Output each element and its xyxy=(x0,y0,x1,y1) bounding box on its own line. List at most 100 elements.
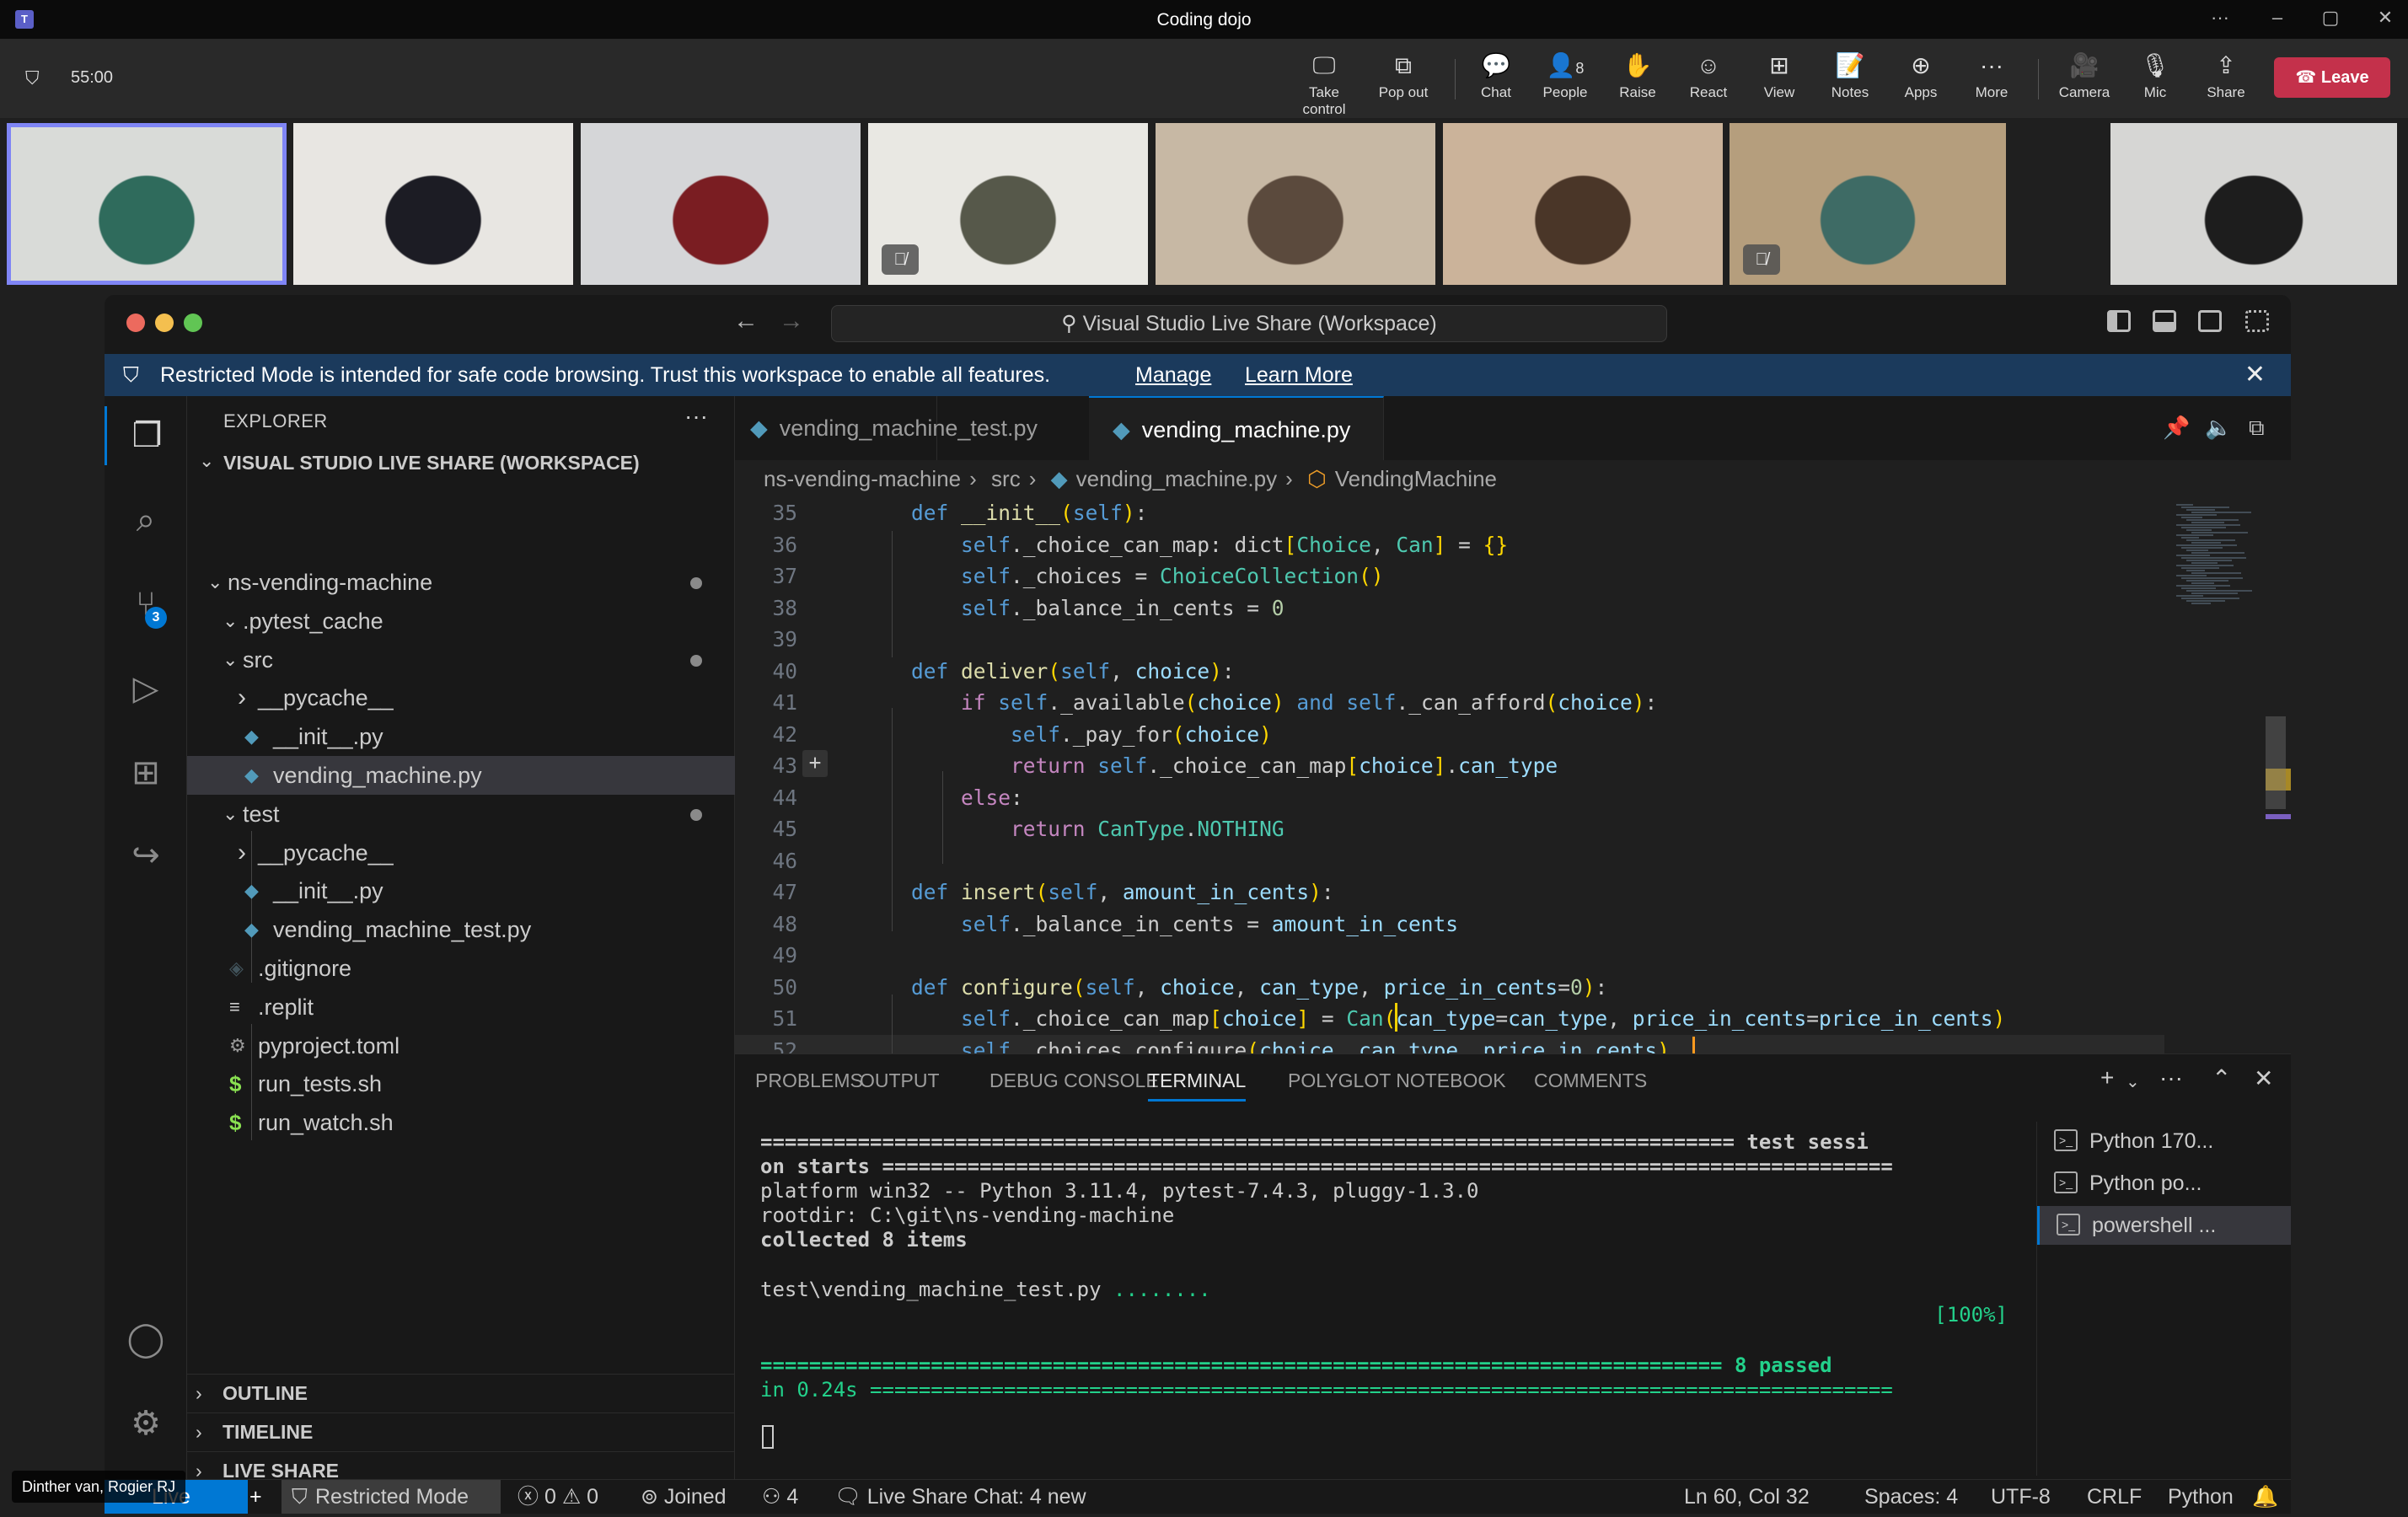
section-outline[interactable]: › OUTLINE xyxy=(187,1374,735,1412)
gear-icon[interactable]: ⚙ xyxy=(105,1394,187,1453)
forward-arrow-icon[interactable]: → xyxy=(779,307,804,335)
bell-icon[interactable]: 🔔 xyxy=(2252,1480,2278,1514)
code-line[interactable]: 45 return CanType.NOTHING xyxy=(735,813,2164,845)
participants-status[interactable]: ⚇ 4 xyxy=(762,1480,798,1514)
breadcrumb-item[interactable]: VendingMachine xyxy=(1335,466,1497,491)
code-line[interactable]: 46 xyxy=(735,845,2164,877)
tree-item[interactable]: $ run_tests.sh xyxy=(187,1064,735,1103)
tab-output[interactable]: OUTPUT xyxy=(860,1069,940,1092)
customize-layout-icon[interactable] xyxy=(2245,310,2269,332)
notes-button[interactable]: 📝 Notes xyxy=(1812,51,1888,111)
tree-item[interactable]: $ run_watch.sh xyxy=(187,1103,735,1142)
pin-icon[interactable]: 📌 xyxy=(2163,415,2190,441)
participant-video-tile[interactable] xyxy=(7,123,287,285)
code-editor[interactable]: 35 def __init__(self): 36 self._choice_ca… xyxy=(735,497,2164,1053)
more-actions-icon[interactable]: ··· xyxy=(684,403,708,430)
participant-video-tile[interactable]: 🎙̸ xyxy=(1730,123,2006,285)
language-mode[interactable]: Python xyxy=(2168,1480,2234,1514)
run-debug-icon[interactable]: ▷ xyxy=(105,659,187,718)
code-line[interactable]: 43 return self._choice_can_map[choice].c… xyxy=(735,750,2164,782)
tree-item[interactable]: › __pycache__ xyxy=(187,834,735,872)
close-window-button[interactable]: ✕ xyxy=(2368,7,2402,29)
section-timeline[interactable]: › TIMELINE xyxy=(187,1412,735,1450)
react-button[interactable]: ☺ React xyxy=(1671,51,1746,111)
tab-comments[interactable]: COMMENTS xyxy=(1534,1069,1647,1092)
camera-button[interactable]: 🎥 Camera xyxy=(2046,51,2122,111)
tree-item[interactable]: › __pycache__ xyxy=(187,678,735,717)
breadcrumb-item[interactable]: vending_machine.py xyxy=(1076,466,1278,491)
close-icon[interactable]: ✕ xyxy=(2244,354,2266,396)
maximize-panel-icon[interactable]: ⌃ xyxy=(2212,1064,2231,1092)
minimize-traffic-light[interactable] xyxy=(155,314,174,332)
raise-button[interactable]: ✋ Raise xyxy=(1600,51,1676,111)
terminal-instance[interactable]: >_ powershell ... xyxy=(2037,1206,2291,1245)
participant-video-tile[interactable]: 🎙̸ xyxy=(868,123,1148,285)
code-line[interactable]: 49 xyxy=(735,940,2164,972)
code-line[interactable]: 39 xyxy=(735,624,2164,656)
code-line[interactable]: 48 self._balance_in_cents = amount_in_ce… xyxy=(735,909,2164,941)
terminal-instance[interactable]: >_ Python 170... xyxy=(2037,1122,2291,1161)
chevron-down-icon[interactable]: ⌄ xyxy=(2126,1071,2140,1092)
window-more-button[interactable]: ··· xyxy=(2203,7,2237,29)
toggle-panel-icon[interactable] xyxy=(2153,310,2176,332)
tree-item[interactable]: ⚙ pyproject.toml xyxy=(187,1027,735,1065)
tab-terminal[interactable]: TERMINAL xyxy=(1148,1069,1247,1102)
minimize-button[interactable]: – xyxy=(2261,7,2294,29)
code-line[interactable]: 44 else: xyxy=(735,782,2164,814)
tree-item[interactable]: ◆ vending_machine_test.py xyxy=(187,910,735,949)
code-line[interactable]: 47 def insert(self, amount_in_cents): xyxy=(735,876,2164,909)
tree-item[interactable]: ≡ .replit xyxy=(187,988,735,1027)
tab-vending-machine[interactable]: ◆vending_machine.py ✕ xyxy=(1089,396,1384,507)
tab-vending-machine-test[interactable]: ◆ vending_machine_test.py xyxy=(735,396,1038,460)
account-icon[interactable]: ◯ xyxy=(105,1310,187,1369)
tree-item[interactable]: ⌄ test xyxy=(187,795,735,834)
tree-item[interactable]: ◆ __init__.py xyxy=(187,871,735,910)
participant-video-tile[interactable] xyxy=(2110,123,2397,285)
participant-video-tile[interactable] xyxy=(293,123,573,285)
code-line[interactable]: 42 self._pay_for(choice) xyxy=(735,719,2164,751)
back-arrow-icon[interactable]: ← xyxy=(733,307,759,335)
code-line[interactable]: 51 self._choice_can_map[choice] = Can(ca… xyxy=(735,1003,2164,1035)
live-share-icon[interactable]: ↪ xyxy=(105,826,187,885)
workspace-header[interactable]: ⌄ VISUAL STUDIO LIVE SHARE (WORKSPACE) xyxy=(187,447,734,480)
compare-changes-icon[interactable]: ⧉ xyxy=(2249,415,2265,442)
participant-video-tile[interactable] xyxy=(581,123,861,285)
pop-out-button[interactable]: ⧉ Pop out xyxy=(1365,51,1441,111)
code-line[interactable]: 36 self._choice_can_map: dict[Choice, Ca… xyxy=(735,529,2164,561)
tree-item[interactable]: ⌄ src xyxy=(187,641,735,679)
share-button[interactable]: ⇪ Share xyxy=(2188,51,2264,111)
add-icon[interactable]: + xyxy=(249,1480,262,1514)
explorer-icon[interactable]: ❐ xyxy=(105,406,187,465)
mic-button[interactable]: 🎙 Mic xyxy=(2117,51,2193,111)
tree-item[interactable]: ◈ .gitignore xyxy=(187,949,735,988)
take-control-button[interactable]: 🖵 Take control xyxy=(1286,51,1362,117)
command-center-search[interactable]: ⚲ Visual Studio Live Share (Workspace) xyxy=(831,305,1667,342)
terminal-output[interactable]: ========================================… xyxy=(760,1130,2008,1467)
close-panel-icon[interactable]: ✕ xyxy=(2254,1064,2273,1092)
tab-problems[interactable]: PROBLEMS xyxy=(755,1069,863,1092)
toggle-secondary-sidebar-icon[interactable] xyxy=(2198,310,2222,332)
learn-more-link[interactable]: Learn More xyxy=(1245,354,1353,396)
tree-item[interactable]: ⌄ ns-vending-machine xyxy=(187,563,735,602)
apps-button[interactable]: ⊕ Apps xyxy=(1883,51,1959,111)
code-line[interactable]: 40 def deliver(self, choice): xyxy=(735,656,2164,688)
people-button[interactable]: 👤8 People xyxy=(1527,51,1603,111)
breadcrumb-item[interactable]: src xyxy=(991,466,1021,491)
tree-item[interactable]: ⌄ .pytest_cache xyxy=(187,602,735,641)
live-share-chat-status[interactable]: 🗨 Live Share Chat: 4 new xyxy=(834,1480,1086,1514)
joined-status[interactable]: ⊚ Joined xyxy=(641,1480,727,1514)
tree-item[interactable]: ◆ __init__.py xyxy=(187,717,735,756)
view-button[interactable]: ⊞ View xyxy=(1741,51,1817,111)
participant-video-tile[interactable] xyxy=(1443,123,1723,285)
more-actions-icon[interactable]: ··· xyxy=(2159,1064,2183,1091)
more-button[interactable]: ··· More xyxy=(1954,51,2030,111)
code-line[interactable]: 41 if self._available(choice) and self._… xyxy=(735,687,2164,719)
editor-scrollbar[interactable] xyxy=(2266,716,2286,809)
tab-debug-console[interactable]: DEBUG CONSOLE xyxy=(989,1069,1159,1092)
restricted-mode-status[interactable]: ⛉ Restricted Mode xyxy=(282,1480,501,1514)
audio-icon[interactable]: 🔈 xyxy=(2205,415,2232,441)
toggle-primary-sidebar-icon[interactable] xyxy=(2107,310,2131,332)
code-line[interactable]: 50 def configure(self, choice, can_type,… xyxy=(735,972,2164,1004)
code-line[interactable]: 37 self._choices = ChoiceCollection() xyxy=(735,560,2164,592)
chat-button[interactable]: 💬 Chat xyxy=(1458,51,1534,111)
